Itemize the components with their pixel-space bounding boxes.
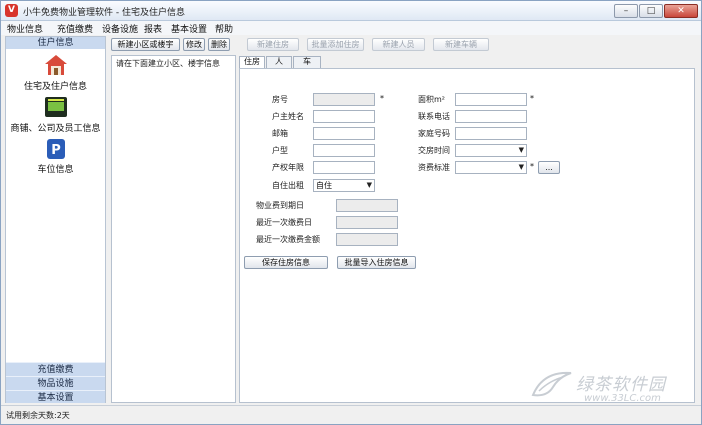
- svg-text:P: P: [51, 143, 61, 158]
- menu-basic-settings[interactable]: 基本设置: [171, 22, 207, 35]
- home-phone-field[interactable]: [455, 127, 527, 140]
- delivery-time-select[interactable]: ▼: [455, 144, 527, 157]
- occupancy-label: 自住出租: [272, 181, 304, 190]
- window-title: 小牛免费物业管理软件 - 住宅及住户信息: [23, 8, 185, 18]
- contact-phone-field[interactable]: [455, 110, 527, 123]
- property-years-label: 产权年限: [272, 163, 304, 172]
- save-house-button[interactable]: 保存住房信息: [244, 256, 328, 269]
- property-fee-due-label: 物业费到期日: [256, 201, 304, 210]
- menu-equipment[interactable]: 设备设施: [102, 22, 138, 35]
- tab-vehicle[interactable]: 车: [293, 56, 321, 68]
- community-tree-panel[interactable]: 请在下面建立小区、楼宇信息: [111, 55, 236, 403]
- edit-button[interactable]: 修改: [183, 38, 205, 51]
- shop-icon: [45, 97, 67, 117]
- last-payment-amount-label: 最近一次缴费金额: [256, 235, 320, 244]
- watermark-url: www.33LC.com: [584, 393, 661, 404]
- sidebar-item-residence[interactable]: 住宅及住户信息: [6, 51, 105, 93]
- required-mark: *: [530, 162, 534, 171]
- delivery-time-label: 交房时间: [418, 146, 450, 155]
- batch-import-house-button[interactable]: 批量导入住房信息: [337, 256, 416, 269]
- property-fee-due-field[interactable]: [336, 199, 398, 212]
- parking-icon: P: [47, 139, 65, 159]
- last-payment-date-field[interactable]: [336, 216, 398, 229]
- menu-recharge[interactable]: 充值缴费: [57, 22, 93, 35]
- house-icon: [45, 55, 67, 75]
- house-type-field[interactable]: [313, 144, 375, 157]
- required-mark: *: [380, 94, 384, 103]
- close-button[interactable]: ✕: [664, 4, 698, 18]
- fee-standard-select[interactable]: ▼: [455, 161, 527, 174]
- batch-add-house-button[interactable]: 批量添加住房: [307, 38, 364, 51]
- new-community-button[interactable]: 新建小区或楼宇: [111, 38, 180, 51]
- house-form-panel: 房号 * 户主姓名 邮箱 户型 产权年限 自住出租 自住 ▼ 物业费到期日 最近…: [239, 68, 695, 403]
- sidebar-header[interactable]: 住户信息: [6, 37, 105, 49]
- new-house-button[interactable]: 新建住房: [247, 38, 299, 51]
- sidebar-item-shops[interactable]: 商铺、公司及员工信息: [6, 93, 105, 135]
- postcode-label: 邮箱: [272, 129, 288, 138]
- occupancy-select[interactable]: 自住 ▼: [313, 179, 375, 192]
- app-window: V 小牛免费物业管理软件 - 住宅及住户信息 – □ ✕ 物业信息 充值缴费 设…: [0, 0, 702, 425]
- house-type-label: 户型: [272, 146, 288, 155]
- room-no-field[interactable]: [313, 93, 375, 106]
- sidebar-item-label: 车位信息: [37, 165, 74, 175]
- contact-phone-label: 联系电话: [418, 112, 450, 121]
- sidebar-item-label: 商铺、公司及员工信息: [10, 124, 101, 134]
- occupancy-value: 自住: [316, 181, 332, 190]
- sidebar-section-recharge[interactable]: 充值缴费: [6, 362, 105, 376]
- watermark-name: 绿茶软件园: [576, 375, 666, 395]
- app-logo-icon: V: [5, 4, 18, 17]
- watermark-logo-icon: [531, 371, 572, 397]
- menu-help[interactable]: 帮助: [215, 22, 233, 35]
- delete-button[interactable]: 删除: [208, 38, 230, 51]
- chevron-down-icon: ▼: [518, 146, 524, 154]
- maximize-button[interactable]: □: [639, 4, 663, 18]
- tree-hint: 请在下面建立小区、楼宇信息: [116, 59, 220, 68]
- property-years-field[interactable]: [313, 161, 375, 174]
- area-label: 面积m²: [418, 95, 445, 104]
- sidebar-item-label: 住宅及住户信息: [23, 82, 87, 92]
- sidebar-section-settings[interactable]: 基本设置: [6, 390, 105, 403]
- menu-reports[interactable]: 报表: [144, 22, 162, 35]
- chevron-down-icon: ▼: [366, 181, 372, 189]
- menu-property-info[interactable]: 物业信息: [7, 22, 43, 35]
- menu-bar: 物业信息 充值缴费 设备设施 报表 基本设置 帮助: [1, 21, 701, 35]
- owner-name-field[interactable]: [313, 110, 375, 123]
- fee-standard-browse-button[interactable]: ...: [538, 161, 560, 174]
- sidebar: 住户信息 住宅及住户信息 商铺、公司及员工信息 P 车位信息 充值缴费 物品设施…: [5, 36, 106, 403]
- sidebar-section-items[interactable]: 物品设施: [6, 376, 105, 390]
- fee-standard-label: 资费标准: [418, 163, 450, 172]
- owner-name-label: 户主姓名: [272, 112, 304, 121]
- area-field[interactable]: [455, 93, 527, 106]
- title-bar: V 小牛免费物业管理软件 - 住宅及住户信息 – □ ✕: [1, 1, 701, 21]
- postcode-field[interactable]: [313, 127, 375, 140]
- last-payment-amount-field[interactable]: [336, 233, 398, 246]
- last-payment-date-label: 最近一次缴费日: [256, 218, 312, 227]
- status-bar: 试用剩余天数:2天: [1, 405, 701, 424]
- new-person-button[interactable]: 新建人员: [372, 38, 425, 51]
- room-no-label: 房号: [272, 95, 288, 104]
- tab-person[interactable]: 人: [266, 56, 292, 68]
- chevron-down-icon: ▼: [518, 163, 524, 171]
- new-vehicle-button[interactable]: 新建车辆: [433, 38, 489, 51]
- trial-remaining-text: 试用剩余天数:2天: [6, 411, 70, 420]
- required-mark: *: [530, 94, 534, 103]
- home-phone-label: 家庭号码: [418, 129, 450, 138]
- minimize-button[interactable]: –: [614, 4, 638, 18]
- sidebar-item-parking[interactable]: P 车位信息: [6, 135, 105, 175]
